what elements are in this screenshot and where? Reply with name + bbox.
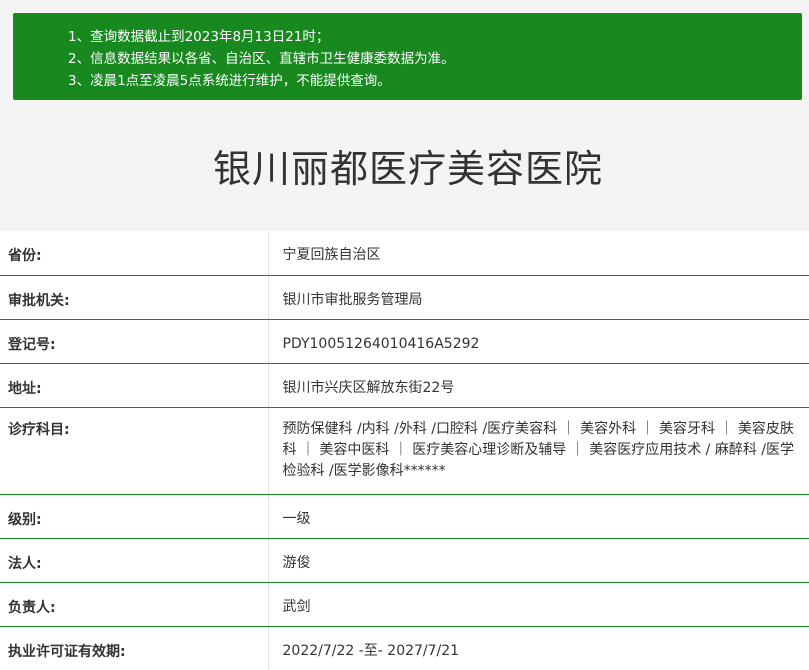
table-row-address: 地址: 银川市兴庆区解放东街22号 bbox=[0, 363, 809, 408]
row-label: 法人: bbox=[0, 538, 268, 583]
row-label: 地址: bbox=[0, 363, 268, 408]
row-label: 负责人: bbox=[0, 582, 268, 627]
row-label: 诊疗科目: bbox=[0, 407, 268, 495]
notice-line: 1、查询数据截止到2023年8月13日21时； bbox=[68, 29, 330, 45]
row-label: 省份: bbox=[0, 231, 268, 276]
table-row-approval-authority: 审批机关: 银川市审批服务管理局 bbox=[0, 275, 809, 320]
row-value: 银川市审批服务管理局 bbox=[267, 275, 809, 320]
row-value: 预防保健科 /内科 /外科 /口腔科 /医疗美容科 ｜ 美容外科 ｜ 美容牙科 … bbox=[267, 407, 809, 495]
row-label: 执业许可证有效期: bbox=[8, 643, 126, 660]
table-row-person-in-charge: 负责人: 武剑 bbox=[0, 582, 809, 627]
row-label: 登记号: bbox=[0, 319, 268, 364]
notice-line: 2、信息数据结果以各省、自治区、直辖市卫生健康委数据为准。 bbox=[68, 51, 455, 67]
row-label: 审批机关: bbox=[0, 275, 268, 320]
row-value: 游俊 bbox=[267, 538, 809, 583]
row-value: 2022/7/22 -至- 2027/7/21 bbox=[267, 626, 809, 670]
table-row-departments: 诊疗科目: 预防保健科 /内科 /外科 /口腔科 /医疗美容科 ｜ 美容外科 ｜… bbox=[0, 407, 809, 495]
row-value: 一级 bbox=[267, 494, 809, 539]
table-row-level: 级别: 一级 bbox=[0, 494, 809, 539]
row-value: PDY10051264010416A5292 bbox=[267, 319, 809, 364]
notice-banner: 1、查询数据截止到2023年8月13日21时； 2、信息数据结果以各省、自治区、… bbox=[13, 13, 802, 100]
table-row-province: 省份: 宁夏回族自治区 bbox=[0, 231, 809, 276]
table-row-registration-number: 登记号: PDY10051264010416A5292 bbox=[0, 319, 809, 364]
notice-line: 3、凌晨1点至凌晨5点系统进行维护，不能提供查询。 bbox=[68, 73, 391, 89]
row-label: 级别: bbox=[0, 494, 268, 539]
row-value: 宁夏回族自治区 bbox=[267, 231, 809, 276]
table-row-legal-person: 法人: 游俊 bbox=[0, 538, 809, 583]
page-title: 银川丽都医疗美容医院 bbox=[212, 147, 603, 191]
row-value: 武剑 bbox=[267, 582, 809, 627]
table-row-license-validity: 执业许可证有效期: 2022/7/22 -至- 2027/7/21 bbox=[0, 626, 809, 670]
hospital-info-table: 省份: 宁夏回族自治区 审批机关: 银川市审批服务管理局 登记号: PDY100… bbox=[0, 231, 809, 670]
row-value: 银川市兴庆区解放东街22号 bbox=[267, 363, 809, 408]
